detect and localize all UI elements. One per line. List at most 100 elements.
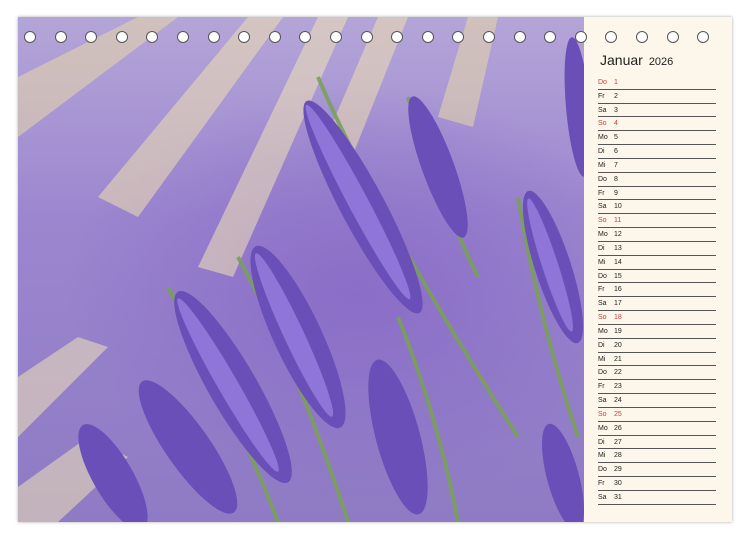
weekday-label: Sa: [598, 106, 607, 114]
day-row: So 11: [598, 214, 716, 229]
day-number: 4: [614, 120, 618, 128]
month-title: Januar 2026: [600, 52, 673, 68]
day-row: Sa 3: [598, 104, 716, 118]
binding-ring: [299, 31, 312, 43]
day-row: Mi 14: [598, 256, 716, 270]
weekday-label: So: [598, 217, 607, 225]
binding-ring: [54, 31, 67, 43]
day-row: Sa 31: [598, 491, 716, 505]
weekday-label: So: [598, 410, 607, 418]
binding-ring: [513, 31, 526, 43]
weekday-label: Di: [598, 244, 605, 252]
binding-ring: [421, 31, 434, 43]
binding-ring: [666, 31, 679, 43]
day-row: So 25: [598, 408, 716, 422]
day-number: 27: [614, 438, 622, 446]
day-row: So 18: [598, 311, 716, 325]
weekday-label: Fr: [598, 286, 605, 294]
day-number: 10: [614, 203, 622, 211]
binding-ring: [574, 31, 587, 43]
day-number: 17: [614, 300, 622, 308]
day-row: Mi 28: [598, 449, 716, 464]
binding-ring: [391, 31, 404, 43]
day-row: Sa 24: [598, 394, 716, 408]
day-number: 14: [614, 258, 622, 266]
weekday-label: Mi: [598, 258, 606, 266]
binding-ring: [452, 31, 465, 43]
day-number: 2: [614, 92, 618, 100]
day-row: Do 22: [598, 366, 716, 381]
month-name: Januar: [600, 52, 643, 68]
weekday-label: Do: [598, 79, 607, 86]
day-list: Do 1 Fr 2 Sa 3 So 4 Mo 5 Di 6 Mi 7 Do 8 Fr 9 Sa 10 So 11 Mo 12 D…: [598, 76, 716, 505]
day-number: 3: [614, 106, 618, 114]
day-row: Mo 26: [598, 422, 716, 436]
day-number: 22: [614, 369, 622, 377]
day-row: Do 8: [598, 173, 716, 187]
day-row: Di 13: [598, 242, 716, 256]
binding-ring: [697, 31, 710, 43]
day-row: Mo 12: [598, 228, 716, 242]
weekday-label: Di: [598, 438, 605, 446]
calendar-page: Januar 2026 Do 1 Fr 2 Sa 3 So 4 Mo 5 Di 6 Mi 7 Do 8 Fr 9 Sa…: [18, 17, 732, 522]
day-number: 29: [614, 466, 622, 474]
day-number: 16: [614, 286, 622, 294]
day-row: Do 29: [598, 463, 716, 478]
day-row: Di 6: [598, 145, 716, 159]
day-number: 21: [614, 355, 622, 363]
weekday-label: Fr: [598, 92, 605, 100]
calendar-panel: Januar 2026 Do 1 Fr 2 Sa 3 So 4 Mo 5 Di 6 Mi 7 Do 8 Fr 9 Sa…: [584, 17, 732, 522]
weekday-label: Do: [598, 175, 607, 183]
weekday-label: Fr: [598, 480, 605, 488]
day-number: 19: [614, 327, 622, 335]
day-number: 31: [614, 493, 622, 501]
binding-ring: [360, 31, 373, 43]
day-row: Mi 7: [598, 159, 716, 173]
day-row: Fr 2: [598, 90, 716, 104]
day-number: 23: [614, 383, 622, 391]
weekday-label: Fr: [598, 383, 605, 391]
binding-ring: [605, 31, 618, 43]
binding-ring: [177, 31, 189, 43]
weekday-label: So: [598, 120, 607, 128]
day-row: Mi 21: [598, 353, 716, 367]
day-number: 18: [614, 314, 622, 322]
day-row: Do 15: [598, 270, 716, 284]
day-number: 1: [614, 79, 618, 86]
weekday-label: Sa: [598, 493, 607, 501]
weekday-label: Di: [598, 148, 605, 156]
spiral-binding: [24, 31, 724, 47]
weekday-label: Sa: [598, 300, 607, 308]
day-number: 20: [614, 341, 622, 349]
binding-ring: [238, 31, 251, 43]
binding-ring: [115, 31, 128, 43]
day-row: Di 27: [598, 436, 716, 450]
day-row: Fr 23: [598, 380, 716, 395]
day-number: 13: [614, 244, 622, 252]
binding-ring: [544, 31, 557, 43]
day-number: 8: [614, 175, 618, 183]
weekday-label: Di: [598, 341, 605, 349]
binding-ring: [146, 31, 159, 43]
day-row: Sa 17: [598, 297, 716, 312]
weekday-label: Fr: [598, 189, 605, 197]
day-number: 30: [614, 480, 622, 488]
day-number: 11: [614, 217, 622, 225]
day-number: 9: [614, 189, 618, 197]
day-row: Fr 9: [598, 187, 716, 201]
binding-ring: [207, 31, 220, 43]
day-number: 7: [614, 161, 618, 169]
binding-ring: [330, 31, 342, 43]
weekday-label: Mo: [598, 231, 608, 239]
day-number: 28: [614, 452, 622, 460]
binding-ring: [268, 31, 281, 43]
binding-ring: [636, 31, 648, 43]
weekday-label: Do: [598, 466, 607, 474]
day-number: 5: [614, 134, 618, 142]
weekday-label: Mo: [598, 424, 608, 432]
day-row: Di 20: [598, 339, 716, 353]
lavender-photo: [18, 17, 584, 522]
weekday-label: Do: [598, 272, 607, 280]
day-row: Mo 19: [598, 325, 716, 339]
day-number: 15: [614, 272, 622, 280]
